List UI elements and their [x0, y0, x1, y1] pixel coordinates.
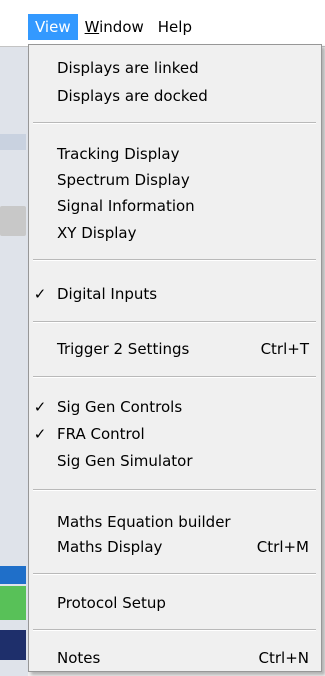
menu-item-label: Notes [57, 649, 101, 667]
menu-item-label: Sig Gen Simulator [57, 452, 193, 470]
app-window-edge [0, 46, 28, 676]
screen: View Window Help Displays are linked Dis… [0, 0, 325, 676]
menu-item-maths-equation-builder[interactable]: Maths Equation builder [29, 509, 319, 535]
menu-item-label: FRA Control [57, 425, 145, 443]
menu-item-trigger-2-settings[interactable]: Trigger 2 Settings Ctrl+T [29, 336, 319, 362]
menu-bar: View Window Help [0, 0, 325, 47]
menu-item-shortcut: Ctrl+T [260, 340, 309, 358]
menu-window[interactable]: Window [78, 14, 151, 40]
view-menu-dropdown: Displays are linked Displays are docked … [28, 44, 322, 672]
checkmark-icon: ✓ [33, 285, 47, 303]
menu-item-label: Maths Display [57, 538, 163, 556]
menu-item-shortcut: Ctrl+N [258, 649, 309, 667]
menu-item-displays-docked[interactable]: Displays are docked [29, 83, 319, 109]
menu-item-displays-linked[interactable]: Displays are linked [29, 55, 319, 81]
menu-item-label: Displays are docked [57, 87, 208, 105]
menu-item-signal-information[interactable]: Signal Information [29, 193, 319, 219]
menu-bar-items: View Window Help [28, 14, 199, 40]
menu-window-label-rest: indow [99, 18, 144, 36]
menu-window-mnemonic: W [84, 18, 100, 36]
menu-item-protocol-setup[interactable]: Protocol Setup [29, 590, 319, 616]
menu-help[interactable]: Help [151, 14, 199, 40]
menu-separator [33, 629, 316, 631]
menu-item-label: Maths Equation builder [57, 513, 231, 531]
menu-item-label: Spectrum Display [57, 171, 190, 189]
app-control-fragment [0, 206, 26, 236]
menu-separator [33, 122, 316, 124]
menu-item-label: Trigger 2 Settings [57, 340, 190, 358]
menu-item-maths-display[interactable]: Maths Display Ctrl+M [29, 534, 319, 560]
menu-item-notes[interactable]: Notes Ctrl+N [29, 645, 319, 671]
menu-separator [33, 376, 316, 378]
menu-view[interactable]: View [28, 14, 78, 40]
checkmark-icon: ✓ [33, 398, 47, 416]
menu-item-spectrum-display[interactable]: Spectrum Display [29, 167, 319, 193]
menu-item-label: Digital Inputs [57, 285, 158, 303]
menu-item-label: XY Display [57, 224, 137, 242]
app-panel-fragment [0, 134, 26, 150]
menu-item-shortcut: Ctrl+M [256, 538, 309, 556]
menu-item-label: Protocol Setup [57, 594, 166, 612]
app-display-fragment [0, 630, 26, 660]
menu-item-digital-inputs[interactable]: ✓ Digital Inputs [29, 281, 319, 307]
menu-separator [33, 321, 316, 323]
menu-item-fra-control[interactable]: ✓ FRA Control [29, 421, 319, 447]
menu-item-label: Sig Gen Controls [57, 398, 183, 416]
app-display-fragment [0, 586, 26, 620]
app-display-fragment [0, 566, 26, 584]
menu-item-xy-display[interactable]: XY Display [29, 220, 319, 246]
menu-item-sig-gen-controls[interactable]: ✓ Sig Gen Controls [29, 394, 319, 420]
menu-separator [33, 259, 316, 261]
checkmark-icon: ✓ [33, 425, 47, 443]
menu-item-label: Displays are linked [57, 59, 199, 77]
menu-separator [33, 489, 316, 491]
menu-item-label: Signal Information [57, 197, 195, 215]
menu-separator [33, 573, 316, 575]
menu-item-label: Tracking Display [57, 145, 180, 163]
menu-item-sig-gen-simulator[interactable]: Sig Gen Simulator [29, 448, 319, 474]
menu-item-tracking-display[interactable]: Tracking Display [29, 141, 319, 167]
